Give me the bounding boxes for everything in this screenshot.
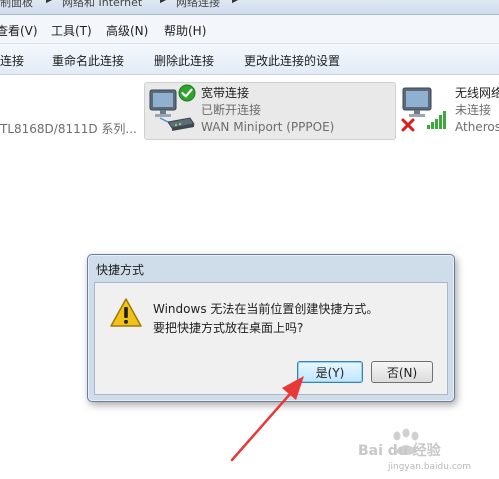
watermark-brand: Bai du 经验 bbox=[358, 443, 441, 459]
menu-advanced[interactable]: 高级(N) bbox=[106, 22, 148, 39]
connected-check-icon bbox=[178, 84, 196, 102]
broadband-connection-name: 宽带连接 bbox=[201, 86, 250, 100]
command-toolbar: 连接 重命名此连接 删除此连接 更改此连接的设置 bbox=[0, 44, 499, 75]
warning-icon bbox=[110, 298, 142, 327]
menu-help[interactable]: 帮助(H) bbox=[164, 22, 206, 39]
dialog-message-line1: Windows 无法在当前位置创建快捷方式。 bbox=[153, 302, 379, 316]
wireless-connection-status: 未连接 bbox=[455, 103, 492, 117]
broadband-connection-device: WAN Miniport (PPPOE) bbox=[201, 120, 335, 134]
breadcrumb-network-internet[interactable]: 网络和 Internet bbox=[62, 0, 142, 10]
connect-button[interactable]: 连接 bbox=[0, 52, 24, 69]
delete-connection-button[interactable]: 删除此连接 bbox=[154, 52, 214, 69]
change-connection-settings-button[interactable]: 更改此连接的设置 bbox=[244, 52, 340, 69]
menu-tools[interactable]: 工具(T) bbox=[51, 22, 92, 39]
dialog-message-line2: 要把快捷方式放在桌面上吗? bbox=[153, 321, 304, 335]
address-breadcrumb[interactable]: 制面板 ▶ 网络和 Internet ▶ 网络连接 ▶ bbox=[0, 0, 499, 15]
wireless-connection-name[interactable]: 无线网络 bbox=[455, 84, 499, 101]
signal-bars-icon bbox=[427, 111, 446, 129]
annotation-arrow bbox=[230, 376, 304, 462]
dialog-title: 快捷方式 bbox=[96, 263, 145, 277]
breadcrumb-network-connections[interactable]: 网络连接 bbox=[176, 0, 220, 10]
rename-connection-button[interactable]: 重命名此连接 bbox=[52, 52, 124, 69]
menu-bar: 查看(V) 工具(T) 高级(N) 帮助(H) bbox=[0, 15, 499, 44]
wireless-connection-device: Atheros bbox=[455, 120, 499, 134]
breadcrumb-arrow-icon[interactable]: ▶ bbox=[232, 0, 239, 5]
breadcrumb-control-panel[interactable]: 制面板 bbox=[0, 0, 33, 10]
breadcrumb-arrow-icon[interactable]: ▶ bbox=[46, 0, 53, 5]
broadband-connection-status: 已断开连接 bbox=[201, 103, 262, 117]
no-button[interactable]: 否(N) bbox=[371, 361, 433, 383]
ethernet-adapter-device[interactable]: TL8168D/8111D 系列... bbox=[0, 120, 137, 137]
breadcrumb-arrow-icon[interactable]: ▶ bbox=[160, 0, 167, 5]
disconnected-x-icon bbox=[401, 118, 415, 132]
menu-view[interactable]: 查看(V) bbox=[0, 22, 38, 39]
watermark-url: jingyan.baidu.com bbox=[388, 462, 472, 472]
